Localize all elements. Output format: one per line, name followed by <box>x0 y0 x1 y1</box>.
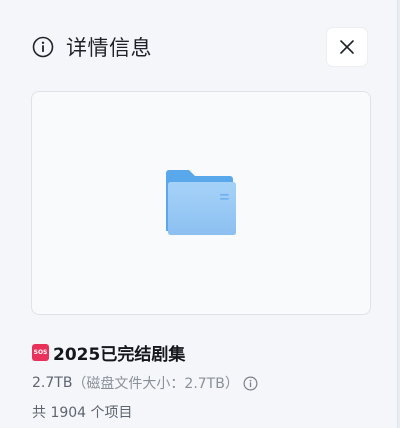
panel-title: 详情信息 <box>66 36 152 60</box>
file-preview <box>31 91 371 315</box>
folder-icon <box>164 169 238 237</box>
file-name-row: SOS 2025已完结剧集 <box>32 340 185 365</box>
item-count: 共 1904 个项目 <box>32 405 133 421</box>
size-info-icon[interactable] <box>243 375 258 391</box>
disk-size-detail: （磁盘文件大小：2.7TB） <box>72 376 239 392</box>
file-size-row: 2.7TB （磁盘文件大小：2.7TB） <box>32 373 258 393</box>
sos-badge: SOS <box>32 344 49 361</box>
panel-header: 详情信息 <box>32 28 367 66</box>
info-icon <box>32 36 54 58</box>
file-size: 2.7TB <box>32 375 73 391</box>
details-panel: 详情信息 SOS 2025已完结剧集 2.7TB （磁盘文件大小：2.7TB） … <box>0 0 398 428</box>
file-name: 2025已完结剧集 <box>53 345 186 365</box>
close-icon <box>339 39 355 55</box>
close-button[interactable] <box>327 28 367 66</box>
